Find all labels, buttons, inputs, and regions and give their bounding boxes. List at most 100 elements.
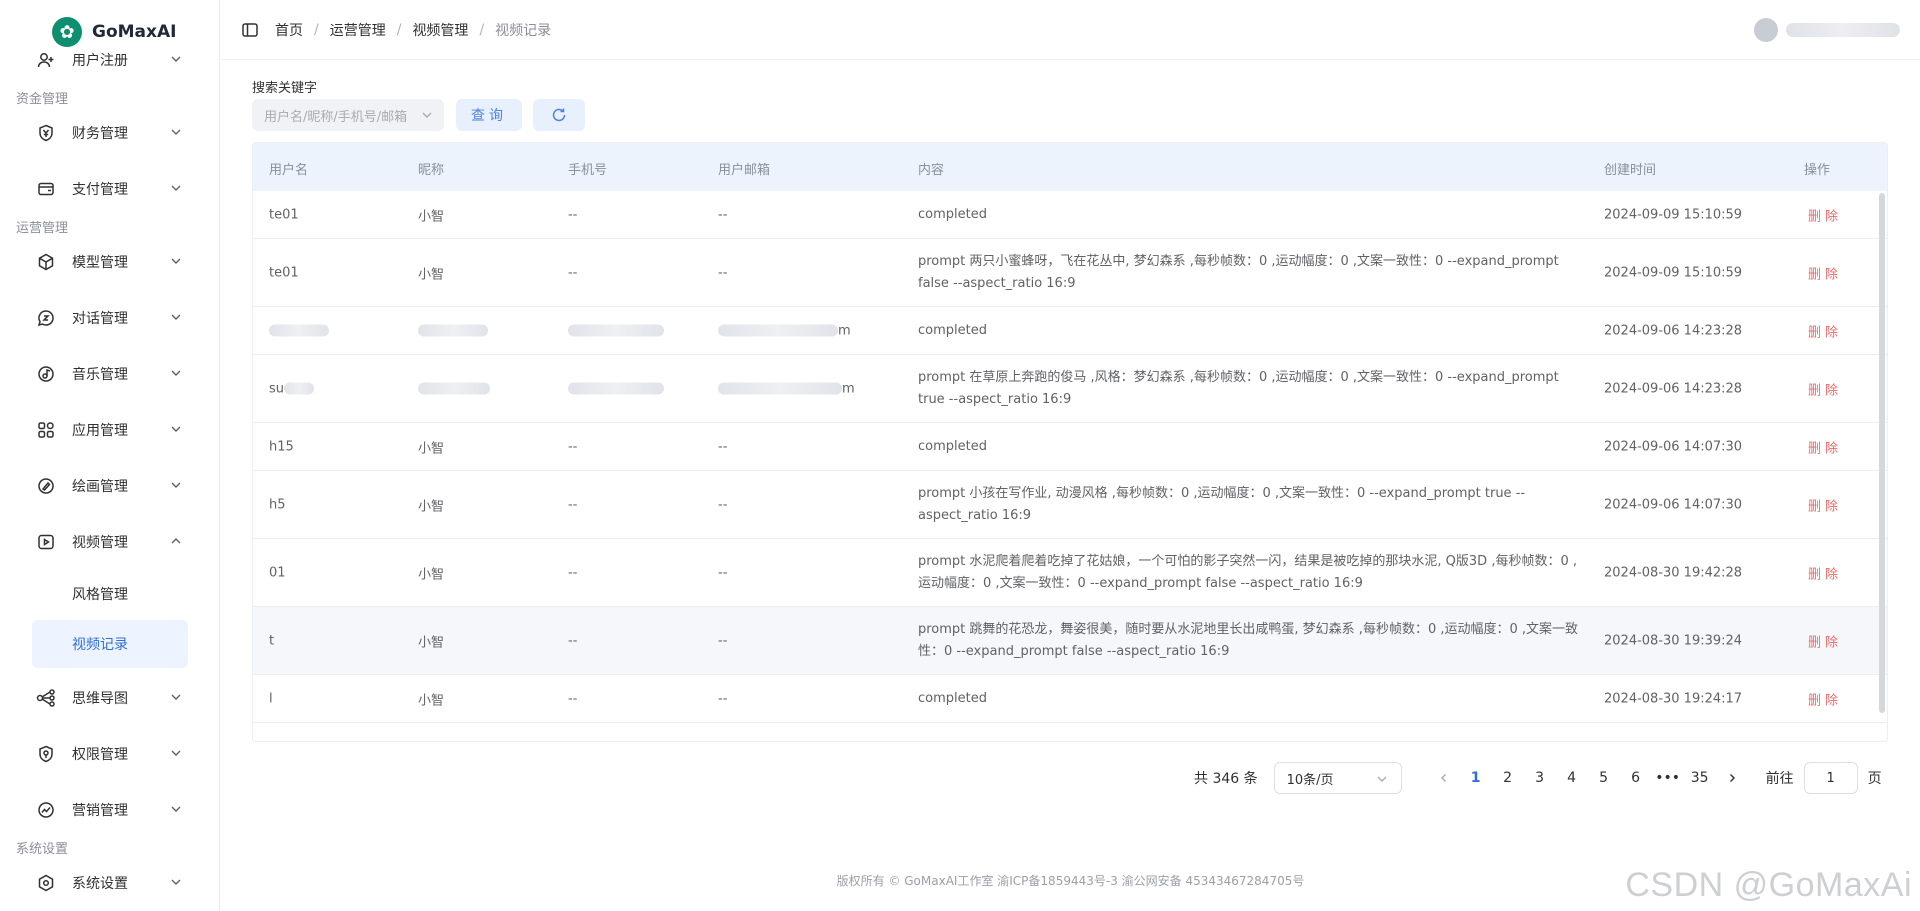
chevron-down-icon [422,112,432,118]
cell-nickname [418,323,488,338]
breadcrumb-operations[interactable]: 运营管理 [330,20,386,40]
cell-phone: -- [568,633,578,648]
cell-content: prompt 水泥爬着爬着吃掉了花姑娘，一个可怕的影子突然一闪，结果是被吃掉的那… [918,553,1577,591]
delete-button[interactable]: 删除 [1808,495,1842,514]
chevron-down-icon [171,314,181,320]
sidebar-item-apps[interactable]: 应用管理 [0,404,219,456]
chevron-down-icon [171,129,181,135]
sidebar-item-chat[interactable]: 对话管理 [0,292,219,344]
chevron-down-icon [171,694,181,700]
cell-created: 2024-09-06 14:07:30 [1604,439,1743,454]
goto-page-input[interactable]: 1 [1803,762,1858,794]
cell-content: completed [918,690,987,706]
page-button-4[interactable]: 4 [1556,762,1588,794]
group-label-system: 系统设置 [16,842,69,857]
redacted-nickname [418,382,490,395]
cube-icon [36,252,56,272]
cell-phone [568,381,664,396]
query-button[interactable]: 查询 [456,99,522,131]
table-row: 01 小智 -- -- prompt 水泥爬着爬着吃掉了花姑娘，一个可怕的影子突… [253,539,1887,607]
cell-username: h5 [269,497,286,512]
table-row: h15 小智 -- -- completed 2024-09-06 14:07:… [253,423,1887,471]
sidebar: ✿ GoMaxAI 用户注册 资金管理 财务管理 支付管理 运营管理 模型管理 … [0,0,220,911]
username-redacted [1786,23,1900,37]
delete-button[interactable]: 删除 [1808,379,1842,398]
chevron-right-icon [1729,774,1735,782]
sidebar-item-finance[interactable]: 财务管理 [0,107,219,159]
cell-phone: -- [568,439,578,454]
page-size-select[interactable]: 10条/页 [1273,762,1402,794]
sidebar-item-label: 应用管理 [72,423,128,439]
sidebar-item-marketing[interactable]: 营销管理 [0,784,219,836]
cell-username: 01 [269,565,286,580]
search-label: 搜索关键字 [252,81,318,96]
group-label-finance: 资金管理 [16,92,69,107]
page-button-5[interactable]: 5 [1588,762,1620,794]
video-records-table: 用户名 昵称 手机号 用户邮箱 内容 创建时间 操作 te01 小智 -- --… [252,142,1888,742]
sidebar-subitem-style[interactable]: 风格管理 [32,570,188,618]
brush-icon [36,476,56,496]
delete-button[interactable]: 删除 [1808,321,1842,340]
column-header-nickname: 昵称 [418,163,445,178]
prev-page-button[interactable] [1428,762,1460,794]
sidebar-item-mindmap[interactable]: 思维导图 [0,672,219,724]
sidebar-item-payment[interactable]: 支付管理 [0,163,219,215]
refresh-button[interactable] [533,99,585,131]
redacted-username [284,382,315,395]
more-pages-button[interactable]: ••• [1652,762,1684,794]
delete-button[interactable]: 删除 [1808,689,1842,708]
page-button-2[interactable]: 2 [1492,762,1524,794]
breadcrumb: 首页 / 运营管理 / 视频管理 / 视频记录 [275,20,551,40]
sidebar-item-model[interactable]: 模型管理 [0,236,219,288]
chevron-down-icon [171,806,181,812]
next-page-button[interactable] [1716,762,1748,794]
search-input[interactable]: 用户名/昵称/手机号/邮箱 [252,99,444,131]
redacted-phone [568,324,664,337]
sidebar-item-label: 思维导图 [72,691,128,707]
table-row: h5 小智 -- -- prompt 小孩在写作业, 动漫风格 ,每秒帧数：0 … [253,471,1887,539]
avatar[interactable] [1754,18,1778,42]
cell-email: -- [718,265,728,280]
delete-button[interactable]: 删除 [1808,563,1842,582]
page-size-value: 10条/页 [1286,772,1334,788]
cell-content: completed [918,438,987,454]
page-button-6[interactable]: 6 [1620,762,1652,794]
pagination: 共 346 条 10条/页 1 2 3 4 5 6 ••• 35 前往 1 页 [1194,762,1882,794]
sidebar-toggle-icon[interactable] [241,21,259,39]
cell-nickname: 小智 [418,567,445,582]
chevron-down-icon [171,879,181,885]
delete-button[interactable]: 删除 [1808,631,1842,650]
sidebar-item-music[interactable]: 音乐管理 [0,348,219,400]
delete-button[interactable]: 删除 [1808,263,1842,282]
user-menu[interactable] [1754,18,1900,42]
permission-icon [36,744,56,764]
page-button-3[interactable]: 3 [1524,762,1556,794]
sidebar-item-drawing[interactable]: 绘画管理 [0,460,219,512]
delete-button[interactable]: 删除 [1808,205,1842,224]
delete-button[interactable]: 删除 [1808,437,1842,456]
page-button-35[interactable]: 35 [1684,762,1716,794]
brand-logo[interactable]: ✿ GoMaxAI [52,14,187,50]
page-button-1[interactable]: 1 [1460,762,1492,794]
table-row: su m prompt 在草原上奔跑的俊马 ,风格：梦幻森系 ,每秒帧数：0 ,… [253,355,1887,423]
sidebar-item-label: 财务管理 [72,126,128,142]
cell-created: 2024-08-30 19:24:17 [1604,691,1743,706]
goto-label: 前往 [1765,771,1794,787]
sidebar-subitem-video-records[interactable]: 视频记录 [32,620,188,668]
sidebar-item-video[interactable]: 视频管理 [0,516,219,568]
cell-created: 2024-09-09 15:10:59 [1604,207,1743,222]
sidebar-item-settings[interactable]: 系统设置 [0,857,219,909]
breadcrumb-video[interactable]: 视频管理 [412,20,468,40]
breadcrumb-home[interactable]: 首页 [275,20,303,40]
cell-email: -- [718,497,728,512]
breadcrumb-separator: / [396,21,402,38]
table-scrollbar[interactable] [1879,193,1885,713]
breadcrumb-separator: / [314,21,319,38]
mindmap-icon [36,688,56,708]
apps-icon [36,420,56,440]
sidebar-item-permission[interactable]: 权限管理 [0,728,219,780]
user-plus-icon [36,50,56,70]
chevron-down-icon [171,185,181,191]
cell-phone: -- [568,565,578,580]
sidebar-item-label: 对话管理 [72,311,128,327]
